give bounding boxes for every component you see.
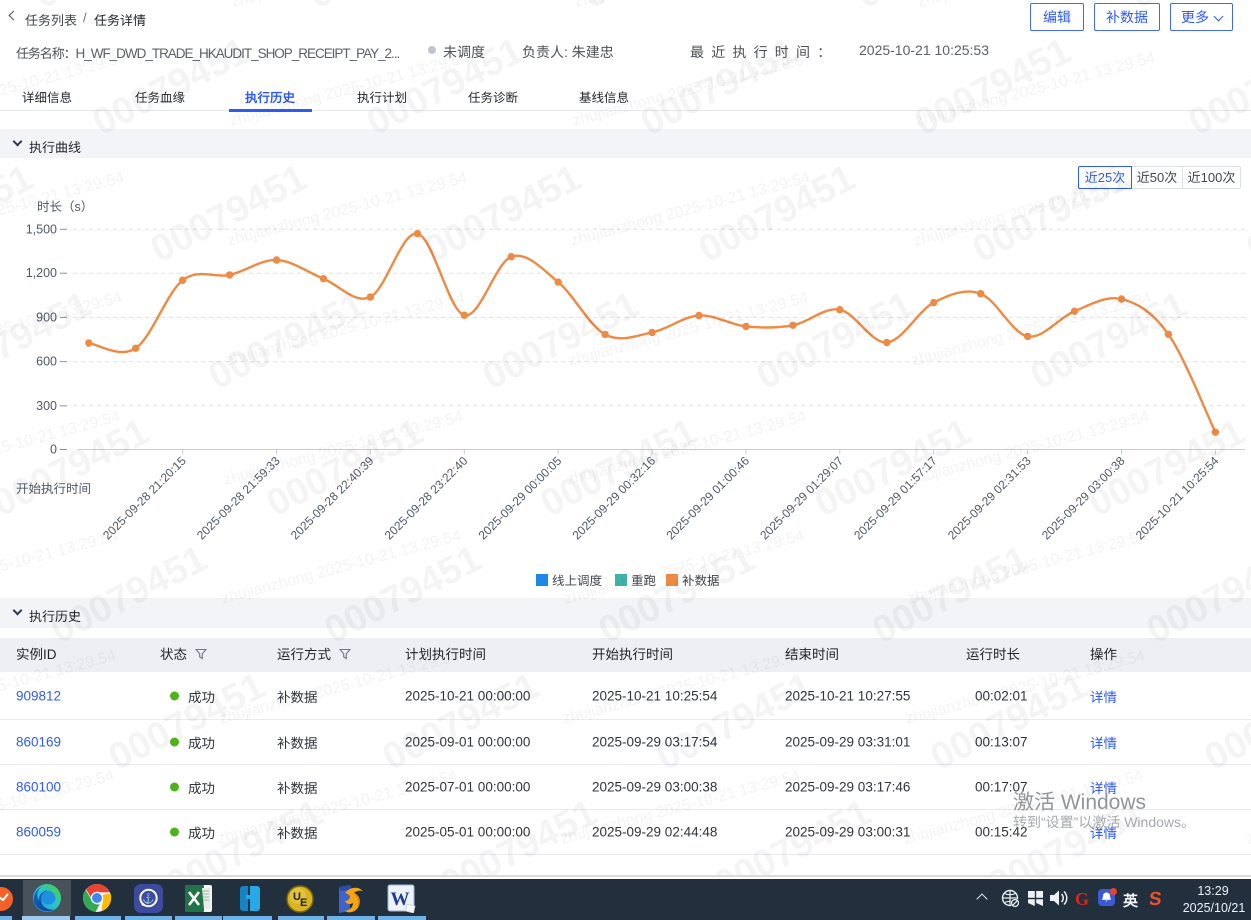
svg-text:⚓: ⚓ xyxy=(142,892,154,905)
svg-text:E: E xyxy=(300,897,307,909)
svg-text:G: G xyxy=(1075,889,1089,908)
svg-text:S: S xyxy=(1150,889,1163,909)
